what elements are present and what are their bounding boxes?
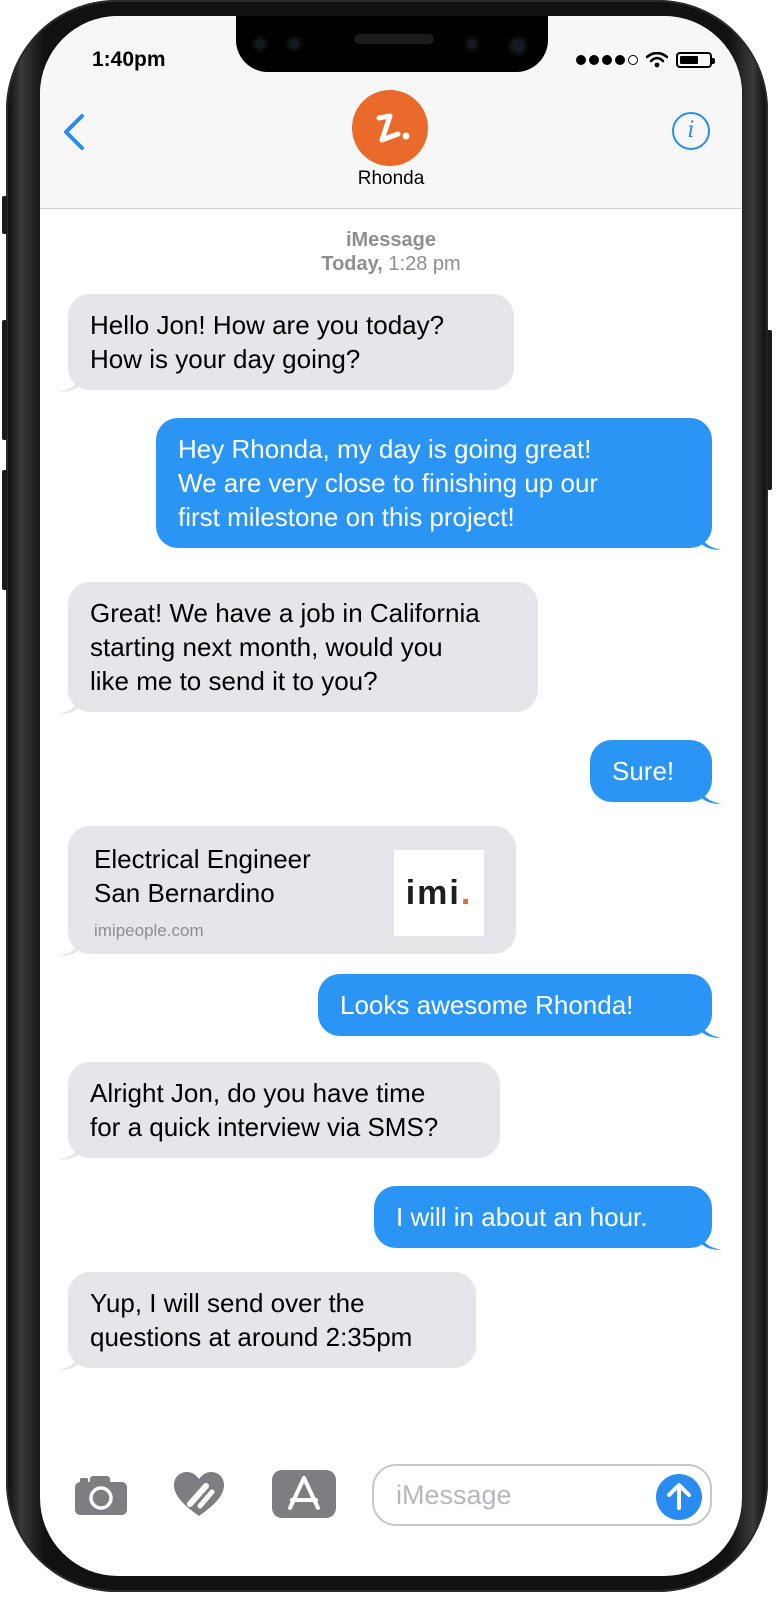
contact-name[interactable]: Rhonda (40, 168, 742, 190)
message-bubble-outgoing[interactable]: I will in about an hour. (374, 1186, 712, 1248)
message-text: I will in about an hour. (396, 1202, 648, 1232)
volume-up-button (2, 320, 7, 440)
sensor-icon (286, 36, 302, 52)
message-text: We are very close to finishing up our (178, 468, 599, 498)
app-store-button[interactable] (272, 1470, 336, 1518)
status-time: 1:40pm (92, 48, 166, 71)
message-bubble-outgoing[interactable]: Sure! (590, 740, 712, 802)
thumbnail-brand-dot: . (460, 874, 473, 912)
message-text: Great! We have a job in California (90, 598, 480, 628)
time-label: 1:28 pm (388, 253, 461, 275)
imi-logo-icon (376, 113, 410, 143)
signal-strength-icon (576, 55, 638, 65)
message-text: Yup, I will send over the (90, 1288, 365, 1318)
earpiece-speaker (354, 34, 434, 44)
date-label: Today, (321, 253, 383, 275)
message-text: like me to send it to you? (90, 666, 378, 696)
message-text: first milestone on this project! (178, 502, 515, 532)
wifi-icon (646, 52, 668, 68)
sensor-icon (252, 36, 268, 52)
info-button[interactable]: i (672, 112, 710, 150)
send-button[interactable] (656, 1474, 702, 1520)
thumbnail-brand-text: imi (405, 874, 461, 912)
info-icon: i (687, 118, 695, 143)
conversation-meta: iMessage Today, 1:28 pm (40, 228, 742, 276)
sensor-icon (464, 36, 480, 52)
app-store-icon (288, 1476, 320, 1510)
mute-switch (2, 196, 7, 234)
message-text: starting next month, would you (90, 632, 443, 662)
message-bubble-incoming[interactable]: Great! We have a job in California start… (68, 582, 538, 712)
message-text: Sure! (612, 756, 675, 786)
contact-avatar[interactable] (352, 90, 428, 166)
message-text: questions at around 2:35pm (90, 1322, 413, 1352)
message-text: Hello Jon! How are you today? (90, 310, 445, 340)
message-bubble-incoming[interactable]: Hello Jon! How are you today? How is you… (68, 294, 514, 390)
link-preview-card[interactable]: Electrical Engineer San Bernardino imipe… (68, 826, 516, 954)
camera-icon[interactable] (74, 1474, 128, 1516)
message-input[interactable]: iMessage (372, 1464, 712, 1526)
back-chevron-icon[interactable] (60, 112, 90, 152)
message-text: for a quick interview via SMS? (90, 1112, 439, 1142)
message-text: Hey Rhonda, my day is going great! (178, 434, 592, 464)
message-bubble-outgoing[interactable]: Looks awesome Rhonda! (318, 974, 712, 1036)
phone-frame: Rhonda i 1:40pm iMessage Today, 1:28 pm … (2, 0, 772, 1592)
service-label: iMessage (345, 229, 437, 251)
volume-down-button (2, 470, 7, 590)
status-indicators (576, 52, 715, 68)
message-bubble-outgoing[interactable]: Hey Rhonda, my day is going great! We ar… (156, 418, 712, 548)
message-text: How is your day going? (90, 344, 361, 374)
message-bubble-incoming[interactable]: Alright Jon, do you have time for a quic… (68, 1062, 500, 1158)
message-text: Alright Jon, do you have time (90, 1078, 426, 1108)
message-text: Looks awesome Rhonda! (340, 990, 634, 1020)
battery-icon (676, 52, 715, 68)
front-camera-icon (508, 36, 528, 56)
power-button (767, 330, 772, 490)
message-input-placeholder: iMessage (396, 1480, 512, 1510)
link-thumbnail: imi. (394, 850, 484, 936)
notch (236, 16, 548, 72)
screen: Rhonda i 1:40pm iMessage Today, 1:28 pm … (40, 16, 742, 1576)
message-bubble-incoming[interactable]: Yup, I will send over the questions at a… (68, 1272, 476, 1368)
digital-touch-icon[interactable] (172, 1470, 226, 1518)
send-arrow-icon (667, 1483, 691, 1510)
